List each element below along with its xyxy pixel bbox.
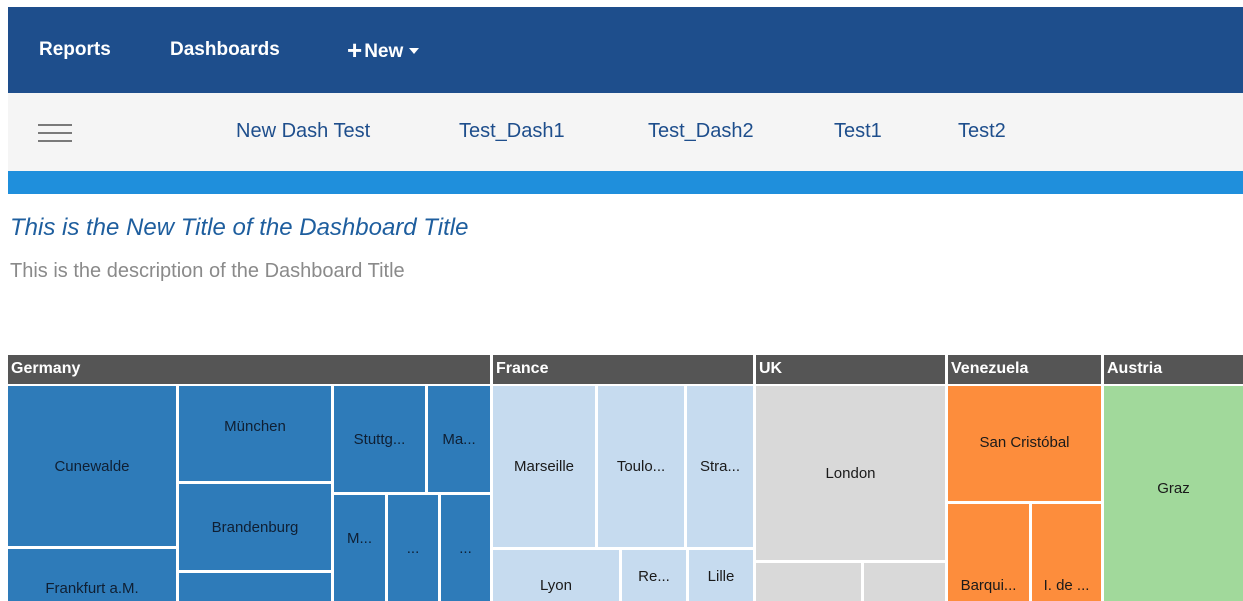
treemap-cell-munchen[interactable]: München [179,386,331,481]
treemap-group-austria[interactable]: Austria [1104,355,1243,384]
treemap-cell-graz[interactable]: Graz [1104,386,1243,601]
dashboard-tabs-bar: New Dash Test Test_Dash1 Test_Dash2 Test… [8,93,1243,171]
treemap-cell-strasbourg[interactable]: Stra... [687,386,753,547]
treemap-cell-ellipsis-1[interactable]: ... [388,495,438,601]
accent-bar [8,171,1243,194]
treemap-group-germany[interactable]: Germany [8,355,490,384]
new-menu-button[interactable]: + New [347,7,420,93]
treemap-cell-cunewalde[interactable]: Cunewalde [8,386,176,546]
treemap-cell-frankfurt[interactable]: Frankfurt a.M. [8,549,176,601]
treemap-group-venezuela[interactable]: Venezuela [948,355,1101,384]
treemap-group-france[interactable]: France [493,355,753,384]
treemap-cell-san-cristobal[interactable]: San Cristóbal [948,386,1101,501]
treemap-cell-toulouse[interactable]: Toulo... [598,386,684,547]
treemap-cell-ma[interactable]: Ma... [428,386,490,492]
reports-link[interactable]: Reports [39,7,111,93]
treemap-cell-lille[interactable]: Lille [689,550,753,601]
treemap-group-uk[interactable]: UK [756,355,945,384]
dashboard-description: This is the description of the Dashboard… [10,260,405,282]
treemap-cell-uk-3[interactable] [864,563,945,601]
treemap-cell-stuttgart[interactable]: Stuttg... [334,386,425,492]
top-nav: Reports Dashboards + New [8,7,1243,93]
treemap-cell-m[interactable]: M... [334,495,385,601]
treemap-cell-koln[interactable]: Köln [179,573,331,601]
treemap-cell-barquisimeto[interactable]: Barqui... [948,504,1029,601]
dashboards-link[interactable]: Dashboards [170,7,280,93]
treemap-chart: Germany Cunewalde München Stuttg... Ma..… [8,355,1243,601]
treemap-cell-london[interactable]: London [756,386,945,560]
tab-new-dash-test[interactable]: New Dash Test [236,93,370,171]
plus-icon: + [347,35,363,65]
new-label: New [364,41,404,62]
treemap-cell-marseille[interactable]: Marseille [493,386,595,547]
hamburger-menu-icon[interactable] [38,122,72,144]
tab-test-dash1[interactable]: Test_Dash1 [459,93,565,171]
tab-test-dash2[interactable]: Test_Dash2 [648,93,754,171]
dashboard-title: This is the New Title of the Dashboard T… [10,214,469,241]
treemap-cell-isla-de[interactable]: I. de ... [1032,504,1101,601]
treemap-cell-ellipsis-2[interactable]: ... [441,495,490,601]
caret-down-icon [409,48,420,54]
tab-test2[interactable]: Test2 [958,93,1006,171]
treemap-cell-lyon[interactable]: Lyon [493,550,619,601]
tab-test1[interactable]: Test1 [834,93,882,171]
treemap-cell-brandenburg[interactable]: Brandenburg [179,484,331,570]
treemap-cell-uk-2[interactable] [756,563,861,601]
treemap-cell-reims[interactable]: Re... [622,550,686,601]
